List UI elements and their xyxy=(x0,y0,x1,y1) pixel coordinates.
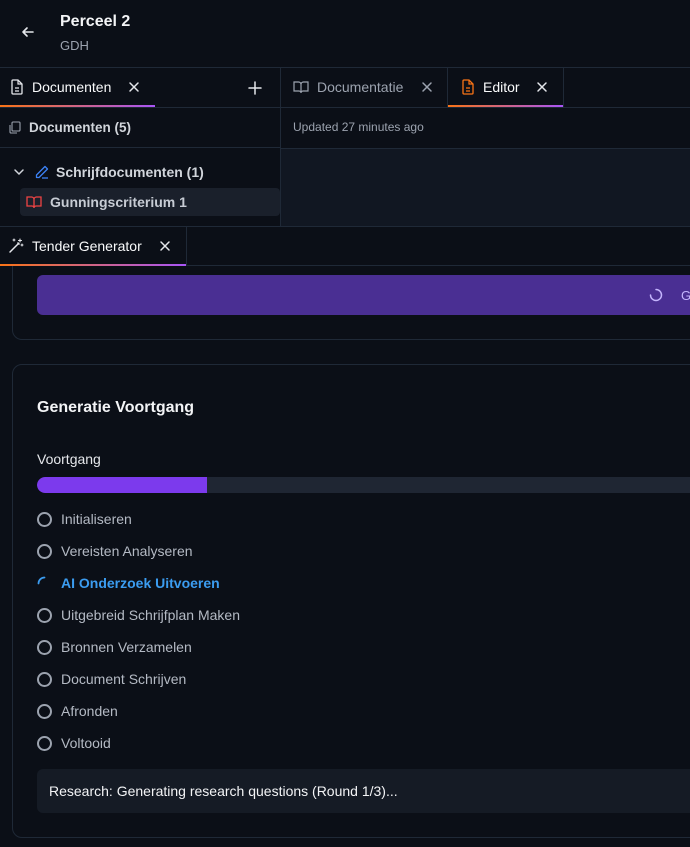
progress-step: Afronden xyxy=(37,701,118,721)
progress-step: Vereisten Analyseren xyxy=(37,541,193,561)
close-icon[interactable] xyxy=(419,79,435,95)
circle-icon xyxy=(37,639,52,655)
tree-group-label: Schrijfdocumenten (1) xyxy=(56,164,204,180)
file-icon xyxy=(11,79,23,95)
app-header: Perceel 2 GDH xyxy=(0,0,690,68)
tab-divider xyxy=(186,227,187,265)
progress-bar-fill xyxy=(37,477,207,493)
page-title: Perceel 2 xyxy=(60,13,131,30)
tab-documenten[interactable]: Documenten xyxy=(0,68,155,107)
documents-panel-header: Documenten (5) xyxy=(0,108,280,148)
close-icon[interactable] xyxy=(157,238,173,254)
status-message: Research: Generating research questions … xyxy=(49,783,398,799)
plus-icon xyxy=(248,81,262,95)
circle-icon xyxy=(37,511,52,527)
documents-header-label: Documenten (5) xyxy=(29,120,132,135)
tab-tender-generator[interactable]: Tender Generator xyxy=(0,227,186,266)
top-tab-bar: Documenten Documentatie Editor xyxy=(0,68,690,108)
editor-content-area[interactable] xyxy=(281,148,690,226)
progress-step-label: Voltooid xyxy=(61,735,111,751)
generate-button-label: G xyxy=(681,288,690,303)
files-icon xyxy=(9,121,21,134)
progress-step: Uitgebreid Schrijfplan Maken xyxy=(37,605,240,625)
tree-item-gunningscriterium[interactable]: Gunningscriterium 1 xyxy=(20,188,280,216)
progress-step: Bronnen Verzamelen xyxy=(37,637,192,657)
close-icon[interactable] xyxy=(534,79,550,95)
tab-documentatie-label: Documentatie xyxy=(317,79,404,95)
circle-icon xyxy=(37,703,52,719)
progress-step: Voltooid xyxy=(37,733,111,753)
pencil-icon xyxy=(35,165,49,179)
close-icon[interactable] xyxy=(126,79,142,95)
tab-active-indicator xyxy=(448,105,563,107)
progress-bar xyxy=(37,477,690,493)
last-updated-text: Updated 27 minutes ago xyxy=(293,120,424,134)
circle-icon xyxy=(37,671,52,687)
tab-divider xyxy=(563,68,564,108)
book-open-icon xyxy=(293,81,309,94)
progress-step: AI Onderzoek Uitvoeren xyxy=(37,573,220,593)
tree-group-schrijfdocumenten[interactable]: Schrijfdocumenten (1) xyxy=(12,158,204,186)
progress-label: Voortgang xyxy=(37,451,101,467)
tab-editor[interactable]: Editor xyxy=(448,68,563,107)
book-open-icon xyxy=(26,196,42,209)
loader-icon xyxy=(37,576,46,584)
page-subtitle: GDH xyxy=(60,38,89,53)
tab-documentatie[interactable]: Documentatie xyxy=(281,68,447,106)
generator-tab-bar: Tender Generator xyxy=(0,226,690,266)
tab-tender-generator-label: Tender Generator xyxy=(32,238,142,254)
circle-icon xyxy=(37,607,52,623)
progress-step-label: Uitgebreid Schrijfplan Maken xyxy=(61,607,240,623)
progress-card xyxy=(12,364,690,838)
chevron-down-icon xyxy=(14,169,24,176)
progress-step-label: Initialiseren xyxy=(61,511,132,527)
generate-button[interactable]: G xyxy=(37,275,690,315)
progress-step-label: AI Onderzoek Uitvoeren xyxy=(61,575,220,591)
back-button[interactable] xyxy=(16,20,40,44)
tree-item-label: Gunningscriterium 1 xyxy=(50,194,187,210)
circle-icon xyxy=(37,735,52,751)
progress-step-label: Vereisten Analyseren xyxy=(61,543,193,559)
magic-wand-icon xyxy=(9,238,24,253)
progress-step-label: Document Schrijven xyxy=(61,671,187,687)
tab-documenten-label: Documenten xyxy=(32,79,112,95)
circle-icon xyxy=(37,543,52,559)
progress-step: Document Schrijven xyxy=(37,669,186,689)
add-tab-button[interactable] xyxy=(246,79,264,97)
loader-icon xyxy=(649,288,663,302)
file-text-icon xyxy=(462,79,474,95)
progress-title: Generatie Voortgang xyxy=(37,399,195,416)
status-message-box: Research: Generating research questions … xyxy=(37,769,690,813)
progress-step-label: Afronden xyxy=(61,703,118,719)
progress-step-label: Bronnen Verzamelen xyxy=(61,639,192,655)
arrow-left-icon xyxy=(22,27,34,37)
tab-active-indicator xyxy=(0,105,155,107)
tab-editor-label: Editor xyxy=(483,79,520,95)
progress-step: Initialiseren xyxy=(37,509,132,529)
